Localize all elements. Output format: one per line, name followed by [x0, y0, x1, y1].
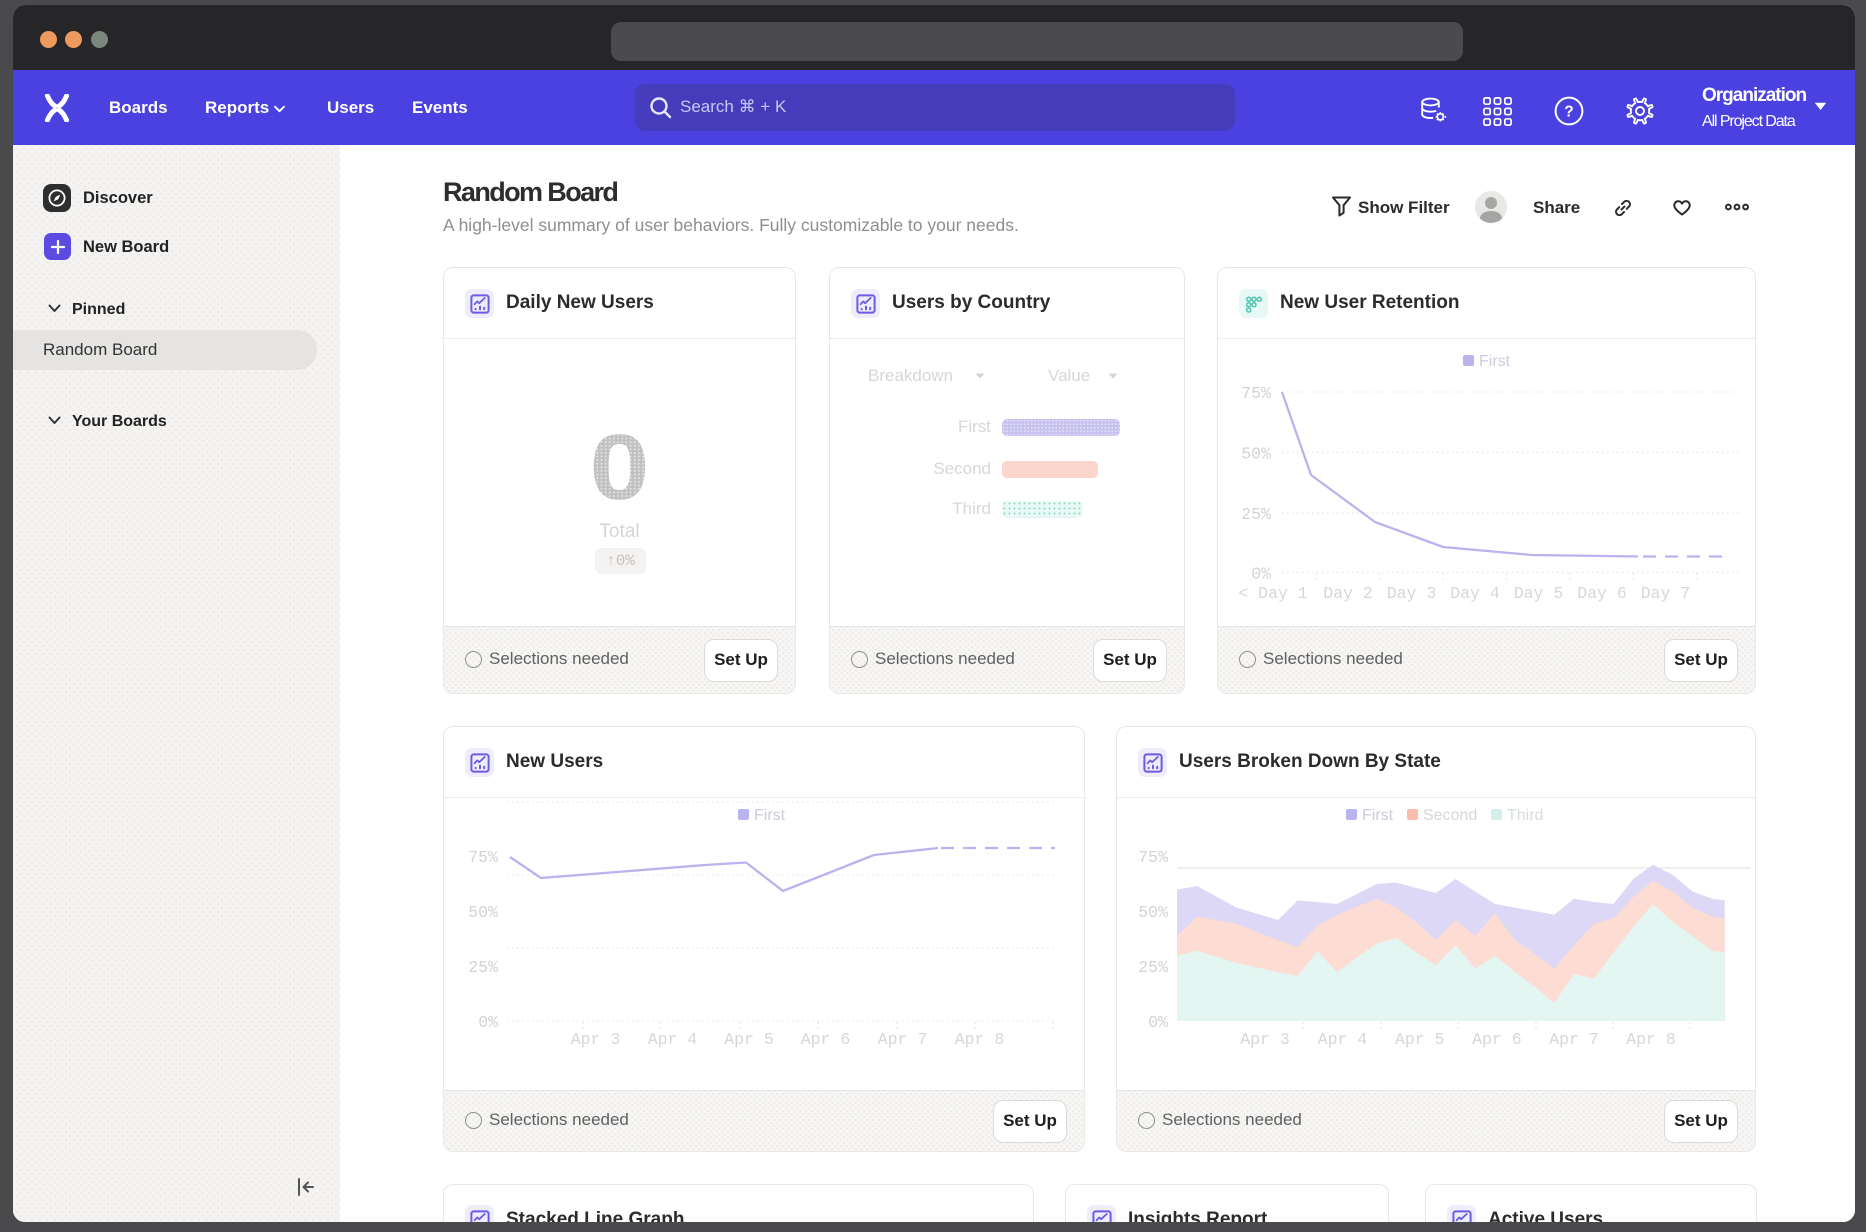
svg-text:Day 7: Day 7 [1641, 584, 1691, 603]
svg-text:25%: 25% [1138, 958, 1168, 977]
svg-text:< Day 1: < Day 1 [1238, 584, 1307, 603]
svg-text:25%: 25% [1241, 505, 1271, 524]
svg-text:Apr 4: Apr 4 [1318, 1030, 1368, 1049]
svg-text:Apr 8: Apr 8 [955, 1030, 1005, 1049]
svg-text:75%: 75% [468, 848, 498, 867]
svg-text:Apr 3: Apr 3 [571, 1030, 621, 1049]
svg-text:Day 4: Day 4 [1450, 584, 1500, 603]
svg-text:Second: Second [1423, 807, 1477, 824]
svg-text:Day 6: Day 6 [1577, 584, 1627, 603]
svg-text:0%: 0% [1148, 1013, 1168, 1032]
svg-text:Apr 7: Apr 7 [878, 1030, 928, 1049]
svg-text:Apr 8: Apr 8 [1626, 1030, 1676, 1049]
svg-text:Day 2: Day 2 [1323, 584, 1373, 603]
svg-text:50%: 50% [1241, 445, 1271, 464]
svg-text:Apr 7: Apr 7 [1549, 1030, 1599, 1049]
svg-text:50%: 50% [468, 903, 498, 922]
svg-text:First: First [754, 807, 786, 824]
svg-text:75%: 75% [1138, 848, 1168, 867]
svg-text:25%: 25% [468, 958, 498, 977]
svg-text:Apr 3: Apr 3 [1240, 1030, 1290, 1049]
svg-text:First: First [1362, 807, 1394, 824]
svg-text:0%: 0% [1251, 565, 1271, 584]
svg-text:?: ? [1564, 104, 1573, 121]
svg-text:Apr 6: Apr 6 [801, 1030, 851, 1049]
svg-text:Day 5: Day 5 [1514, 584, 1564, 603]
svg-text:Third: Third [1507, 807, 1543, 824]
svg-text:Apr 4: Apr 4 [648, 1030, 698, 1049]
svg-text:50%: 50% [1138, 903, 1168, 922]
svg-text:75%: 75% [1241, 384, 1271, 403]
svg-text:Apr 5: Apr 5 [1395, 1030, 1445, 1049]
svg-text:0%: 0% [478, 1013, 498, 1032]
svg-text:First: First [1479, 353, 1511, 370]
svg-text:Apr 6: Apr 6 [1472, 1030, 1522, 1049]
svg-text:Day 3: Day 3 [1387, 584, 1437, 603]
svg-text:Apr 5: Apr 5 [724, 1030, 774, 1049]
